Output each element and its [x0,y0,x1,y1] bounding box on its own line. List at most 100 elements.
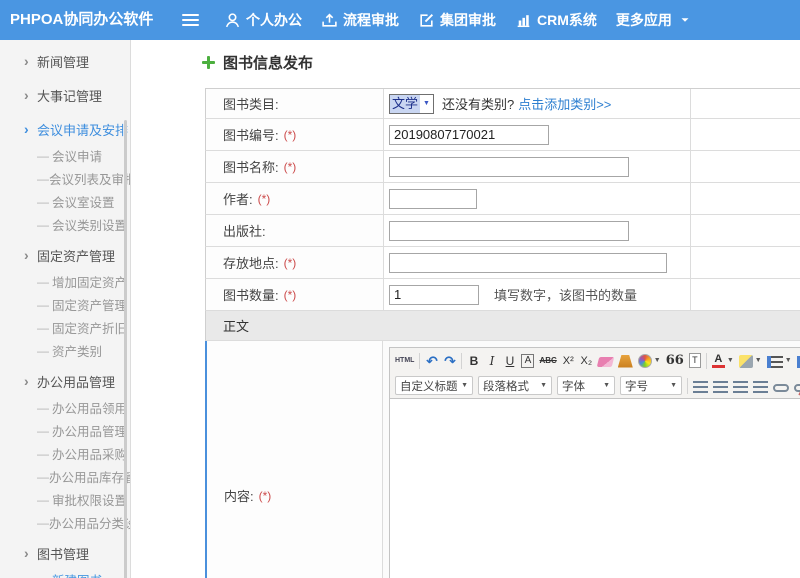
undo-icon: ↶ [425,353,438,369]
blockquote-icon: 66 [666,353,684,369]
form-row-publisher: 出版社: [205,215,800,247]
font-family-dropdown[interactable]: 字体▼ [557,376,615,395]
sidebar-item-4-4[interactable]: —审批权限设置 [0,488,130,511]
sidebar-item-4-3[interactable]: —办公用品库存管理 [0,465,130,488]
font-color-button[interactable]: A▼ [712,351,734,371]
dash-icon: — [37,195,52,209]
sidebar: ›新闻管理›大事记管理›会议申请及安排—会议申请—会议列表及审批—会议室设置—会… [0,40,131,578]
sidebar-group-1[interactable]: ›大事记管理 [0,80,130,110]
sidebar-item-5-0[interactable]: —新建图书 [0,568,130,578]
sidebar-item-4-5[interactable]: —办公用品分类设置 [0,511,130,534]
highlight-pen-button[interactable]: ▼ [739,351,762,371]
dropdown-label: 段落格式 [483,378,529,394]
book-name-input[interactable] [389,157,629,177]
sidebar-item-3-0[interactable]: —增加固定资产 [0,270,130,293]
strikethrough-icon: ABC [539,353,556,369]
toolbar-separator [687,378,688,394]
align-left-icon [693,381,708,393]
dash-icon: — [37,447,52,461]
nav-item-workflow-approval[interactable]: 流程审批 [321,10,399,30]
book-code-input[interactable] [389,125,549,145]
char-border-icon: A [521,354,534,368]
align-left-button[interactable] [693,376,708,396]
hamburger-menu-icon[interactable] [182,14,199,26]
page-title: 图书信息发布 [202,52,313,73]
field-label: 图书类目: [223,94,279,113]
link-icon [773,384,789,392]
format-brush-icon [618,355,633,368]
sidebar-item-3-1[interactable]: —固定资产管理 [0,293,130,316]
subscript-button[interactable]: X₂ [580,351,593,371]
sidebar-item-4-2[interactable]: —办公用品采购 [0,442,130,465]
custom-title-dropdown[interactable]: 自定义标题▼ [395,376,473,395]
align-center-button[interactable] [713,376,728,396]
editor-content-area[interactable] [390,398,800,578]
sidebar-scrollbar[interactable] [124,120,127,578]
redo-button[interactable]: ↷ [443,351,456,371]
italic-icon: I [485,353,498,369]
unlink-button[interactable] [794,376,800,396]
font-size-dropdown[interactable]: 字号▼ [620,376,682,395]
justify-button[interactable] [753,376,768,396]
add-category-link[interactable]: 点击添加类别>> [518,94,611,113]
category-select[interactable]: 文学 ▼ [389,94,434,114]
sidebar-group-3[interactable]: ›固定资产管理 [0,240,130,270]
sidebar-group-5[interactable]: ›图书管理 [0,538,130,568]
rich-text-editor: HTML↶↷BIUAABCX²X₂▼66TA▼▼▼▼ 自定义标题▼段落格式▼字体… [389,347,800,578]
sidebar-group: ›图书管理—新建图书—图书管理 [0,538,130,578]
sidebar-group: ›固定资产管理—增加固定资产—固定资产管理—固定资产折旧—资产类别 [0,240,130,362]
eraser-button[interactable] [598,351,613,371]
char-border-button[interactable]: A [521,351,534,371]
paragraph-format-dropdown[interactable]: 段落格式▼ [478,376,552,395]
strikethrough-button[interactable]: ABC [539,351,556,371]
sidebar-item-2-2[interactable]: —会议室设置 [0,190,130,213]
sidebar-item-4-0[interactable]: —办公用品领用 [0,396,130,419]
superscript-button[interactable]: X² [562,351,575,371]
sidebar-group-label: 大事记管理 [37,86,102,105]
blockquote-button[interactable]: 66 [666,351,684,371]
sidebar-item-3-2[interactable]: —固定资产折旧 [0,316,130,339]
undo-button[interactable]: ↶ [425,351,438,371]
align-right-button[interactable] [733,376,748,396]
chevron-right-icon: › [24,247,37,263]
sidebar-group-4[interactable]: ›办公用品管理 [0,366,130,396]
top-bar: PHPOA协同办公软件 个人办公流程审批集团审批CRM系统更多应用 [0,0,800,40]
section-header-body: 正文 [205,311,800,341]
sidebar-item-2-1[interactable]: —会议列表及审批 [0,167,130,190]
nav-item-crm-system[interactable]: CRM系统 [515,10,597,30]
nav-item-group-approval[interactable]: 集团审批 [418,10,496,30]
source-button[interactable]: HTML [395,351,414,371]
ordered-list-button[interactable]: ▼ [767,351,792,371]
caret-down-icon: ▼ [755,357,762,364]
paste-text-button[interactable]: T [689,351,701,371]
sidebar-item-2-3[interactable]: —会议类别设置 [0,213,130,236]
author-input[interactable] [389,189,477,209]
bold-button[interactable]: B [467,351,480,371]
format-brush-button[interactable] [618,351,633,371]
sidebar-item-2-0[interactable]: —会议申请 [0,144,130,167]
nav-item-personal-office[interactable]: 个人办公 [224,10,302,30]
italic-button[interactable]: I [485,351,498,371]
nav-item-more-apps[interactable]: 更多应用 [616,10,692,30]
sidebar-item-4-1[interactable]: —办公用品管理 [0,419,130,442]
link-button[interactable] [773,376,789,396]
font-color-icon: A [712,354,725,368]
location-input[interactable] [389,253,667,273]
quantity-input[interactable] [389,285,479,305]
ordered-list-icon [767,356,783,368]
form-row-category: 图书类目: 文学 ▼ 还没有类别? 点击添加类别>> [205,89,800,119]
sidebar-group-2[interactable]: ›会议申请及安排 [0,114,130,144]
highlight-pen-icon [739,355,753,368]
dash-icon: — [37,424,52,438]
publisher-input[interactable] [389,221,629,241]
form-row-book-code: 图书编号: (*) [205,119,800,151]
form-row-book-name: 图书名称: (*) [205,151,800,183]
color-palette-button[interactable]: ▼ [638,351,661,371]
sidebar-group-0[interactable]: ›新闻管理 [0,46,130,76]
unordered-list-button[interactable]: ▼ [797,351,800,371]
main-content: 图书信息发布 图书类目: 文学 ▼ 还没有类别? 点击添加类别>> 图书编号: … [132,40,800,578]
toolbar-separator [461,353,462,369]
underline-button[interactable]: U [503,351,516,371]
sidebar-item-3-3[interactable]: —资产类别 [0,339,130,362]
field-label: 图书数量: [223,285,279,304]
